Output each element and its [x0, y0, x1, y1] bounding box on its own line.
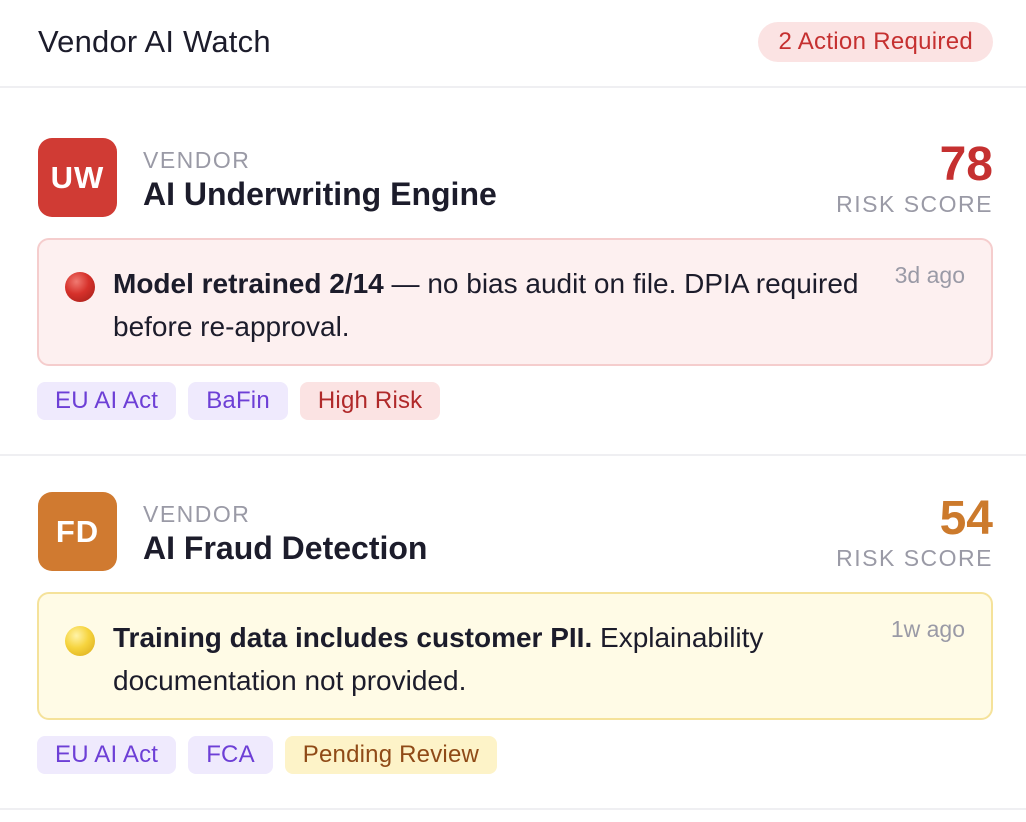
vendor-alert[interactable]: Training data includes customer PII. Exp…: [37, 592, 993, 720]
tag-list: EU AI Act FCA Pending Review: [37, 736, 498, 774]
action-required-badge[interactable]: 2 Action Required: [758, 22, 993, 62]
risk-score-value: 78: [939, 138, 993, 191]
vendor-name[interactable]: AI Underwriting Engine: [143, 176, 497, 213]
vendor-name[interactable]: AI Fraud Detection: [143, 530, 427, 567]
tag-eu-ai-act[interactable]: EU AI Act: [37, 382, 177, 420]
tag-list: EU AI Act BaFin High Risk: [37, 382, 441, 420]
panel-header: Vendor AI Watch 2 Action Required: [0, 0, 1026, 88]
risk-score-label: RISK SCORE: [836, 545, 993, 571]
tag-high-risk[interactable]: High Risk: [299, 382, 441, 420]
yellow-status-dot-icon: [65, 626, 95, 656]
vendor-alert[interactable]: Model retrained 2/14 — no bias audit on …: [37, 238, 993, 366]
vendor-label: VENDOR: [143, 501, 251, 527]
alert-message: Training data includes customer PII. Exp…: [113, 616, 863, 702]
tag-pending-review[interactable]: Pending Review: [284, 736, 498, 774]
vendor-label: VENDOR: [143, 147, 251, 173]
panel-title: Vendor AI Watch: [38, 24, 271, 59]
red-status-dot-icon: [65, 272, 95, 302]
vendor-card-fraud-detection[interactable]: FD VENDOR AI Fraud Detection 54 RISK SCO…: [0, 458, 1026, 810]
tag-fca[interactable]: FCA: [188, 736, 273, 774]
alert-message-bold: Training data includes customer PII.: [113, 622, 593, 653]
tag-bafin[interactable]: BaFin: [188, 382, 288, 420]
tag-eu-ai-act[interactable]: EU AI Act: [37, 736, 177, 774]
risk-score-value: 54: [939, 492, 993, 545]
alert-message-bold: Model retrained 2/14: [113, 268, 384, 299]
vendor-avatar: FD: [38, 492, 117, 571]
alert-timestamp: 3d ago: [894, 262, 965, 288]
vendor-card-underwriting[interactable]: UW VENDOR AI Underwriting Engine 78 RISK…: [0, 90, 1026, 456]
risk-score-label: RISK SCORE: [836, 191, 993, 217]
alert-timestamp: 1w ago: [890, 616, 965, 642]
alert-message: Model retrained 2/14 — no bias audit on …: [113, 262, 863, 348]
vendor-avatar: UW: [38, 138, 117, 217]
